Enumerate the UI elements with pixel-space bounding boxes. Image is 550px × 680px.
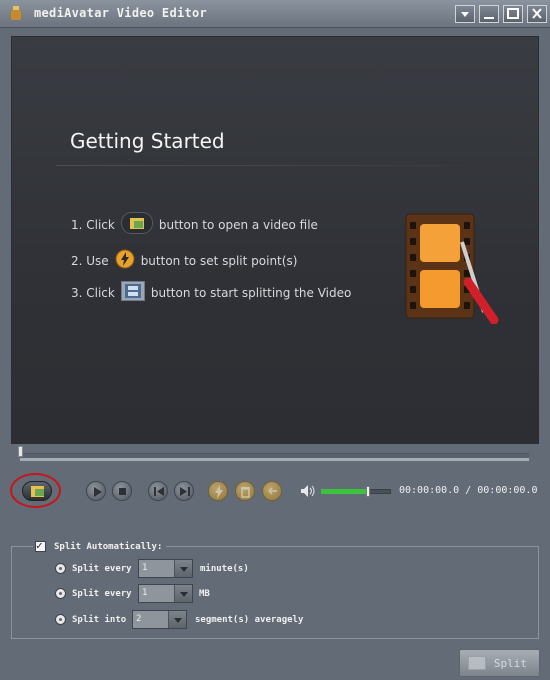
chevron-down-icon[interactable] <box>174 585 192 602</box>
combo-value: 1 <box>142 563 148 573</box>
radio-button[interactable] <box>55 614 66 625</box>
split-button[interactable]: Split <box>459 649 540 677</box>
option-label: Split into <box>72 614 127 625</box>
combo-value: 1 <box>142 588 148 598</box>
title-bar: mediAvatar Video Editor <box>0 0 550 28</box>
menu-dropdown-button[interactable] <box>455 5 475 23</box>
title-divider <box>56 165 496 166</box>
skip-back-icon <box>154 487 164 496</box>
seek-bar[interactable] <box>20 453 529 461</box>
undo-split-button[interactable] <box>262 481 282 501</box>
open-file-icon <box>31 486 44 497</box>
unit-label: minute(s) <box>200 564 249 574</box>
play-icon <box>94 487 102 497</box>
step-text-before: 2. Use <box>71 253 109 268</box>
volume-icon <box>301 485 315 497</box>
set-split-point-button[interactable] <box>208 481 228 501</box>
step-text-before: 1. Click <box>71 217 115 232</box>
step-set-split-point: 2. Use button to set split point(s) <box>71 249 297 272</box>
volume-handle[interactable] <box>366 486 370 497</box>
close-button[interactable] <box>527 5 547 23</box>
minimize-icon <box>484 17 494 19</box>
step-text-before: 3. Click <box>71 285 115 300</box>
stop-icon <box>119 488 126 495</box>
delete-split-point-button[interactable] <box>235 481 255 501</box>
radio-button[interactable] <box>55 563 66 574</box>
seek-handle[interactable] <box>18 446 23 457</box>
close-icon <box>532 8 542 19</box>
maximize-icon <box>507 8 519 19</box>
play-button[interactable] <box>86 481 106 501</box>
option-label: Split every <box>72 563 132 574</box>
chevron-down-icon[interactable] <box>168 611 186 628</box>
unit-label: segment(s) averagely <box>195 615 304 625</box>
previous-frame-button[interactable] <box>148 481 168 501</box>
step-start-splitting: 3. Click button to start splitting the V… <box>71 281 351 304</box>
maximize-button[interactable] <box>503 5 523 23</box>
size-combo[interactable]: 1 <box>138 584 193 603</box>
split-automatically-label: Split Automatically: <box>54 541 163 552</box>
segments-combo[interactable]: 2 <box>132 610 187 629</box>
open-file-icon <box>120 212 153 237</box>
time-readout: 00:00:00.0 / 00:00:00.0 <box>399 485 538 496</box>
next-frame-button[interactable] <box>174 481 194 501</box>
getting-started-title: Getting Started <box>70 129 225 153</box>
split-icon <box>468 656 486 670</box>
lightning-icon <box>115 249 135 272</box>
skip-forward-icon <box>180 487 190 496</box>
split-automatically-checkbox[interactable]: Split Automatically: <box>33 539 167 552</box>
volume-level-fill <box>321 489 368 494</box>
stop-button[interactable] <box>112 481 132 501</box>
chevron-down-icon <box>461 12 469 17</box>
minimize-button[interactable] <box>479 5 499 23</box>
unit-label: MB <box>199 589 210 599</box>
step-text-after: button to start splitting the Video <box>150 285 352 300</box>
film-scissors-icon <box>405 213 499 324</box>
lightning-icon <box>215 485 223 499</box>
step-text-after: button to set split point(s) <box>140 253 298 268</box>
combo-value: 2 <box>136 614 142 624</box>
split-by-minutes-option[interactable]: Split every <box>55 563 132 574</box>
video-preview-panel: Getting Started 1. Click button to open … <box>11 36 539 444</box>
step-text-after: button to open a video file <box>158 217 318 232</box>
step-open-file: 1. Click button to open a video file <box>71 212 318 237</box>
chevron-down-icon[interactable] <box>174 560 192 577</box>
app-icon <box>11 6 21 20</box>
split-into-segments-option[interactable]: Split into <box>55 614 126 625</box>
trash-icon <box>241 487 250 498</box>
undo-icon <box>268 487 277 495</box>
open-file-button[interactable] <box>22 481 52 501</box>
window-title: mediAvatar Video Editor <box>34 6 208 20</box>
split-by-size-option[interactable]: Split every <box>55 588 132 599</box>
split-button-label: Split <box>493 656 527 670</box>
option-label: Split every <box>72 588 132 599</box>
split-icon <box>120 281 145 304</box>
radio-button[interactable] <box>55 588 66 599</box>
checkbox-checked-icon[interactable] <box>35 539 46 552</box>
minutes-combo[interactable]: 1 <box>138 559 193 578</box>
